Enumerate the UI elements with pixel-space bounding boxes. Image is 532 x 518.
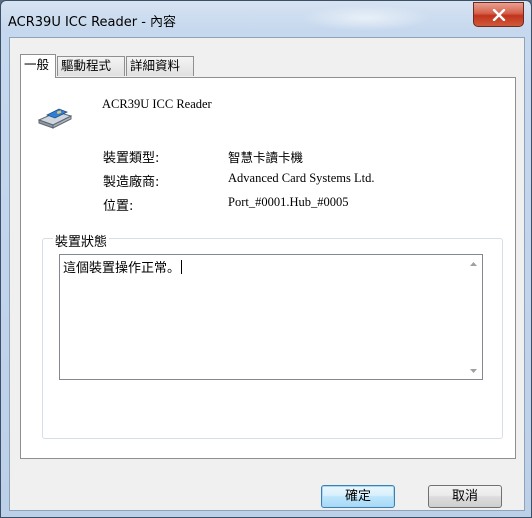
location-value: Port_#0001.Hub_#0005 xyxy=(228,195,349,209)
device-status-text: 這個裝置操作正常。 xyxy=(63,261,181,276)
device-status-textbox[interactable]: 這個裝置操作正常。 xyxy=(59,254,483,380)
arrow-up-icon xyxy=(470,261,477,266)
dialog-client-area: 一般 驅動程式 詳細資料 ACR39U ICC Reader 裝置類型: 智慧卡… xyxy=(9,37,525,511)
device-status-text-line: 這個裝置操作正常。 xyxy=(63,257,183,276)
smart-card-reader-icon xyxy=(37,108,73,129)
text-caret xyxy=(181,260,183,274)
arrow-down-icon xyxy=(470,368,477,373)
window-title: ACR39U ICC Reader - 內容 xyxy=(8,15,177,30)
device-name: ACR39U ICC Reader xyxy=(102,97,212,111)
properties-dialog: ACR39U ICC Reader - 內容 一般 驅動程式 詳細資料 ACR3… xyxy=(0,0,532,518)
close-button[interactable] xyxy=(473,2,524,27)
status-scrollbar[interactable] xyxy=(465,255,482,379)
title-bar-glow xyxy=(301,5,431,31)
general-tab-panel: ACR39U ICC Reader 裝置類型: 智慧卡讀卡機 製造廠商: Adv… xyxy=(20,77,516,459)
location-label: 位置: xyxy=(103,199,134,214)
manufacturer-label: 製造廠商: xyxy=(103,175,160,190)
close-icon xyxy=(492,8,505,21)
tab-driver[interactable]: 驅動程式 xyxy=(57,56,125,76)
device-type-label: 裝置類型: xyxy=(103,151,160,166)
scroll-up-button[interactable] xyxy=(465,255,482,272)
device-status-title: 裝置狀態 xyxy=(53,231,110,250)
device-type-value: 智慧卡讀卡機 xyxy=(228,151,304,165)
manufacturer-value: Advanced Card Systems Ltd. xyxy=(228,171,375,185)
ok-button[interactable]: 確定 xyxy=(321,485,395,508)
tab-details[interactable]: 詳細資料 xyxy=(126,56,194,76)
cancel-button[interactable]: 取消 xyxy=(428,485,502,508)
scroll-down-button[interactable] xyxy=(465,362,482,379)
title-bar[interactable]: ACR39U ICC Reader - 內容 xyxy=(1,1,531,37)
tab-general[interactable]: 一般 xyxy=(20,54,56,78)
